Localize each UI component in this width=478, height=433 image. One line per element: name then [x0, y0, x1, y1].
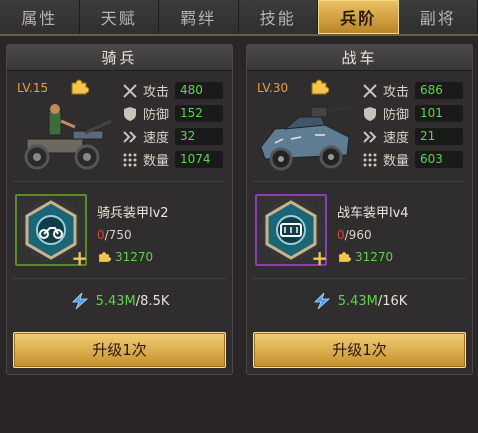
equip-cost-value: 31270	[115, 250, 154, 264]
unit-area: LV.30 攻击 686 防御 101 速度 21 数量 603	[247, 71, 472, 181]
equip-cost: 31270	[97, 250, 153, 264]
stat-row-count: 数量 1074	[121, 148, 231, 171]
equip-progress-current: 0	[337, 228, 345, 242]
stat-label: 防御	[383, 108, 410, 123]
unit-level: LV.30	[257, 81, 289, 95]
stats-list: 攻击 686 防御 101 速度 21 数量 603	[361, 79, 471, 171]
plus-icon[interactable]: +	[71, 248, 88, 268]
resource-text: 5.43M/16K	[338, 294, 408, 309]
tab-attributes[interactable]: 属性	[0, 0, 80, 34]
chariot-panel: 战车 LV.30 攻击 686 防御 101 速度 21 数量 603 + 战车…	[246, 44, 473, 375]
equip-progress-total: /750	[104, 228, 132, 242]
stat-row-count: 数量 603	[361, 148, 471, 171]
equip-slot[interactable]: +	[255, 194, 328, 268]
equip-progress-total: /960	[344, 228, 372, 242]
stats-list: 攻击 480 防御 152 速度 32 数量 1074	[121, 79, 231, 171]
stat-label: 攻击	[143, 85, 170, 100]
stat-value: 480	[175, 82, 223, 99]
stat-row-defense: 防御 101	[361, 102, 471, 125]
tab-troop-rank[interactable]: 兵阶	[318, 0, 399, 34]
shield-icon	[121, 106, 139, 122]
equip-name: 战车装甲lv4	[337, 206, 409, 221]
unit-area: LV.15 攻击 480 防御 152 速度 32 数量 1074	[7, 71, 232, 181]
stat-label: 速度	[383, 131, 410, 146]
tab-lieutenant[interactable]: 副将	[398, 0, 478, 34]
stat-label: 数量	[383, 154, 410, 169]
equip-progress: 0/960	[337, 228, 372, 242]
tab-skills[interactable]: 技能	[238, 0, 318, 34]
resource-area: 5.43M/16K	[247, 279, 472, 323]
equip-progress: 0/750	[97, 228, 132, 242]
equip-area: + 骑兵装甲lv2 0/750 31270	[7, 182, 232, 278]
equip-cost: 31270	[337, 250, 393, 264]
plus-icon[interactable]: +	[311, 248, 328, 268]
sword-icon	[361, 83, 379, 99]
stat-value: 603	[415, 151, 463, 168]
stat-row-attack: 攻击 480	[121, 79, 231, 102]
stat-label: 数量	[143, 154, 170, 169]
puzzle-icon[interactable]	[309, 77, 329, 97]
speed-icon	[361, 129, 379, 145]
tab-bar: 属性 天赋 羁绊 技能 兵阶 副将	[0, 0, 478, 36]
equip-name: 骑兵装甲lv2	[97, 206, 169, 221]
stat-value: 21	[415, 128, 463, 145]
lightning-icon	[313, 292, 330, 310]
speed-icon	[121, 129, 139, 145]
resource-have: 5.43M	[337, 293, 378, 309]
cavalry-unit-image	[24, 104, 112, 170]
stat-value: 101	[415, 105, 463, 122]
tab-bond[interactable]: 羁绊	[159, 0, 239, 34]
panel-title: 战车	[247, 45, 472, 71]
stat-label: 速度	[143, 131, 170, 146]
resource-have: 5.43M	[95, 293, 136, 309]
shield-icon	[361, 106, 379, 122]
cavalry-panel: 骑兵 LV.15 攻击 480 防御 152 速度 32 数量 1074 + 骑…	[6, 44, 233, 375]
upgrade-button[interactable]: 升级1次	[253, 332, 466, 368]
stat-value: 32	[175, 128, 223, 145]
puzzle-icon	[99, 252, 111, 262]
resource-text: 5.43M/8.5K	[96, 294, 170, 309]
stat-label: 防御	[143, 108, 170, 123]
lightning-icon	[71, 292, 88, 310]
stat-value: 686	[415, 82, 463, 99]
resource-area: 5.43M/8.5K	[7, 279, 232, 323]
sword-icon	[121, 83, 139, 99]
equip-progress-current: 0	[97, 228, 105, 242]
unit-level: LV.15	[17, 81, 49, 95]
panel-title: 骑兵	[7, 45, 232, 71]
equip-slot[interactable]: +	[15, 194, 88, 268]
resource-need: /8.5K	[135, 293, 170, 309]
stat-row-speed: 速度 32	[121, 125, 231, 148]
stat-value: 1074	[175, 151, 223, 168]
stat-row-attack: 攻击 686	[361, 79, 471, 102]
upgrade-button[interactable]: 升级1次	[13, 332, 226, 368]
puzzle-icon[interactable]	[69, 77, 89, 97]
tab-talent[interactable]: 天赋	[79, 0, 159, 34]
equip-cost-value: 31270	[355, 250, 394, 264]
troops-icon	[361, 152, 379, 168]
stat-label: 攻击	[383, 85, 410, 100]
troops-icon	[121, 152, 139, 168]
chariot-unit-image	[260, 105, 352, 171]
equip-area: + 战车装甲lv4 0/960 31270	[247, 182, 472, 278]
stat-value: 152	[175, 105, 223, 122]
stat-row-speed: 速度 21	[361, 125, 471, 148]
puzzle-icon	[339, 252, 351, 262]
resource-need: /16K	[377, 293, 408, 309]
stat-row-defense: 防御 152	[121, 102, 231, 125]
